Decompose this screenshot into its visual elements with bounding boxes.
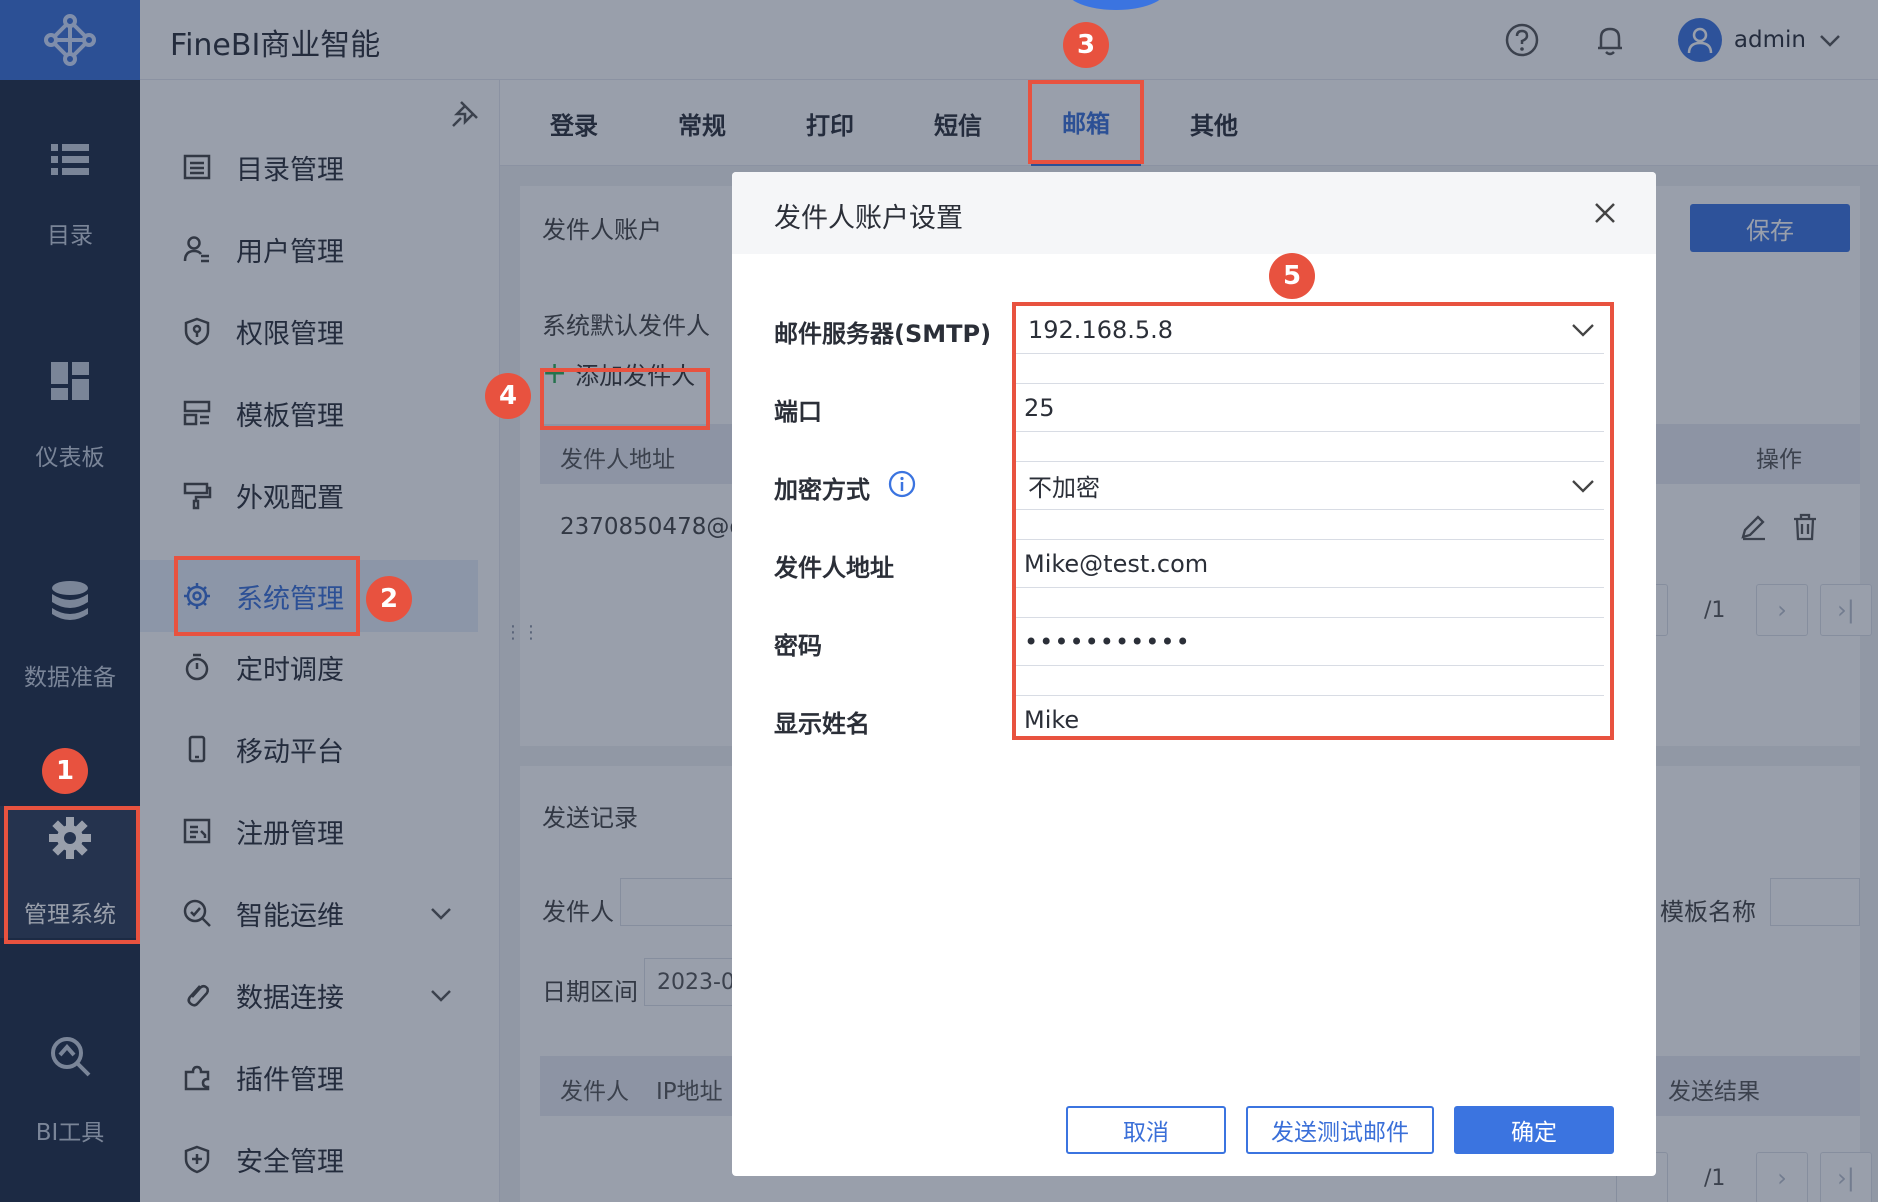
dialog-header: 发件人账户设置 bbox=[732, 172, 1656, 254]
send-test-email-button[interactable]: 发送测试邮件 bbox=[1246, 1106, 1434, 1154]
password-label: 密码 bbox=[774, 632, 822, 660]
dialog-title: 发件人账户设置 bbox=[774, 203, 963, 234]
display-name-label: 显示姓名 bbox=[774, 710, 870, 738]
info-icon[interactable] bbox=[888, 470, 916, 498]
step-badge-1: 1 bbox=[42, 748, 88, 794]
cancel-button[interactable]: 取消 bbox=[1066, 1106, 1226, 1154]
highlight-add-sender bbox=[540, 368, 710, 430]
confirm-button[interactable]: 确定 bbox=[1454, 1106, 1614, 1154]
smtp-label: 邮件服务器(SMTP) bbox=[774, 320, 992, 348]
close-icon[interactable] bbox=[1588, 196, 1622, 230]
highlight-form-fields bbox=[1012, 302, 1614, 740]
encrypt-label: 加密方式 bbox=[774, 476, 870, 504]
port-label: 端口 bbox=[774, 398, 822, 426]
highlight-system-menu bbox=[174, 556, 360, 636]
highlight-email-tab bbox=[1028, 80, 1144, 164]
step-badge-5: 5 bbox=[1269, 253, 1315, 299]
step-badge-2: 2 bbox=[366, 576, 412, 622]
step-badge-3: 3 bbox=[1063, 22, 1109, 68]
step-badge-4: 4 bbox=[485, 373, 531, 419]
highlight-admin-rail bbox=[4, 806, 140, 944]
address-label: 发件人地址 bbox=[774, 554, 894, 582]
